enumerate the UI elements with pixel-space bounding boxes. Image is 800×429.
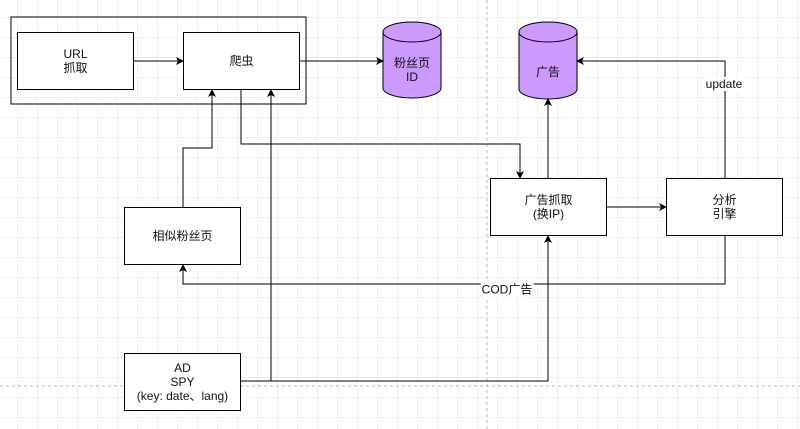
url-fetch-label: URL 抓取 (63, 47, 88, 75)
edge-adspy-to-ad-fetch (271, 235, 552, 382)
edge-crawler-to-ad-fetch (240, 90, 524, 179)
diagram-canvas: URL 抓取 爬虫 粉丝页 ID 广告 广告抓取 (换IP) 分析 引擎 相似粉… (0, 0, 800, 429)
ad-spy-node[interactable]: AD SPY (key: date、lang) (124, 353, 241, 411)
edge-analysis-cod-to-similar (179, 236, 726, 285)
ads-database[interactable] (518, 21, 578, 100)
similar-fan-pages-node[interactable]: 相似粉丝页 (124, 207, 241, 265)
similar-fan-pages-label: 相似粉丝页 (152, 229, 213, 243)
edge-similar-to-crawler (182, 89, 216, 207)
ad-spy-label: AD SPY (key: date、lang) (136, 361, 229, 403)
fan-page-id-label: 粉丝页 ID (393, 56, 431, 84)
edge-analysis-update-ads-db (576, 57, 726, 178)
ads-db-label: 广告 (535, 65, 561, 79)
crawler-node[interactable]: 爬虫 (183, 32, 300, 90)
analysis-engine-label: 分析 引擎 (712, 193, 737, 221)
edge-label-cod-ads: COD广告 (480, 280, 534, 298)
analysis-engine-node[interactable]: 分析 引擎 (666, 178, 783, 236)
ad-fetch-node[interactable]: 广告抓取 (换IP) (490, 178, 607, 236)
edge-adspy-to-crawler (241, 89, 275, 382)
edge-label-update: update (704, 77, 744, 91)
url-fetch-node[interactable]: URL 抓取 (17, 32, 134, 90)
crawler-label: 爬虫 (229, 54, 254, 68)
ad-fetch-label: 广告抓取 (换IP) (524, 193, 573, 221)
